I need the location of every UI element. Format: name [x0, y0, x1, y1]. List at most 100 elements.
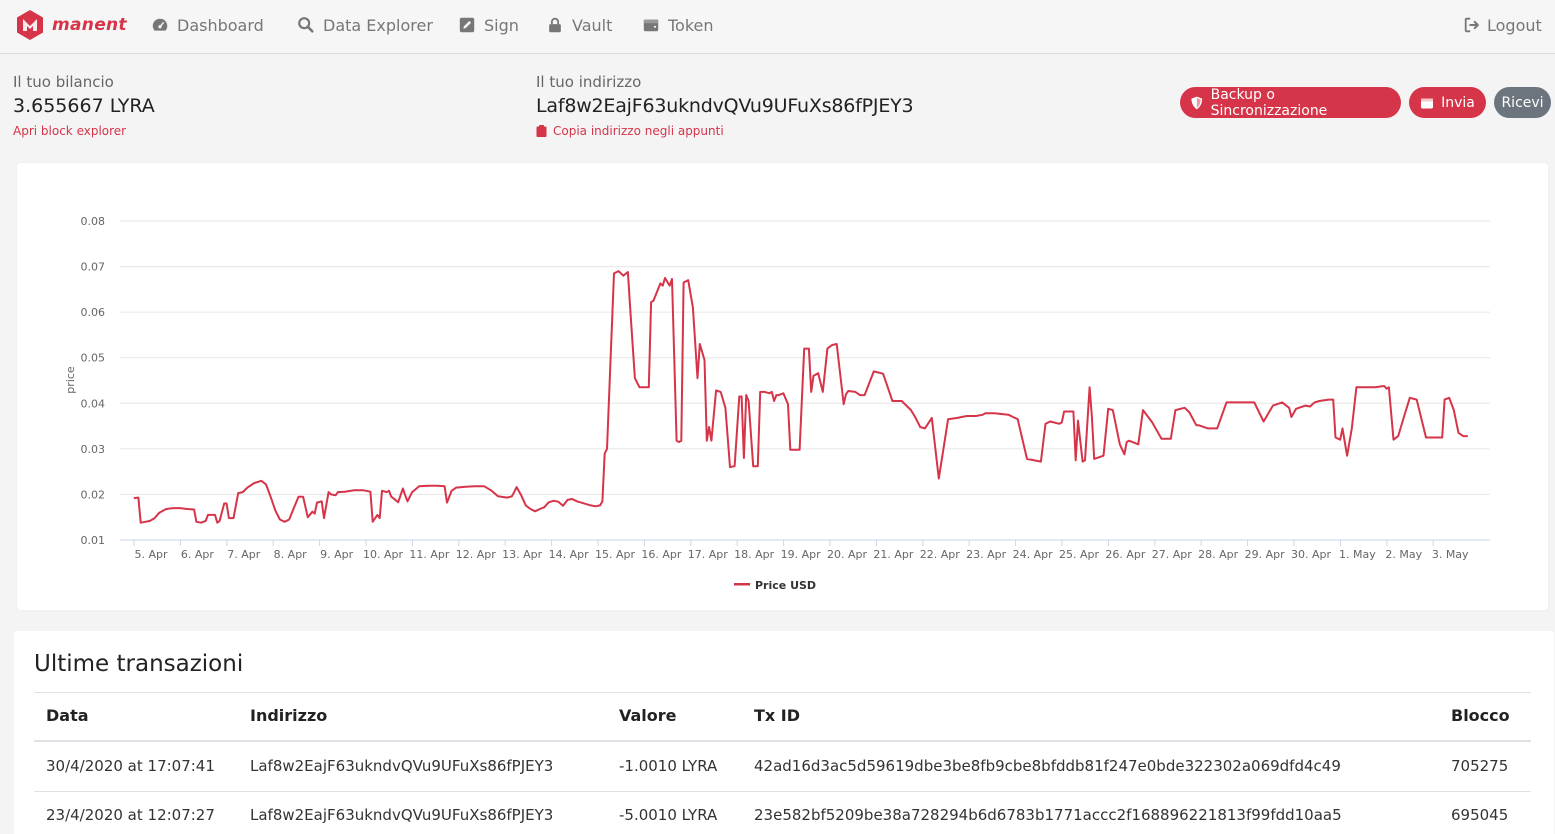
x-tick-label: 24. Apr	[1013, 548, 1053, 561]
y-tick-label: 0.05	[81, 352, 106, 365]
col-header-data: Data	[46, 706, 89, 725]
col-header-blocco: Blocco	[1451, 706, 1510, 725]
x-tick-label: 18. Apr	[734, 548, 774, 561]
send-button[interactable]: Invia	[1409, 87, 1486, 118]
nav-token[interactable]: Token	[642, 14, 714, 36]
block-explorer-link[interactable]: Apri block explorer	[13, 124, 126, 138]
y-tick-label: 0.01	[81, 534, 106, 547]
transactions-title: Ultime transazioni	[34, 651, 244, 677]
price-chart-card: 0.08 0.07 0.06 0.05 0.04 0.03 0.02 0.01 5. Apr 6…	[17, 163, 1548, 610]
x-tick-label: 22. Apr	[920, 548, 960, 561]
x-tick-label: 12. Apr	[456, 548, 496, 561]
x-tick-label: 19. Apr	[781, 548, 821, 561]
row-block[interactable]: 695045	[1451, 806, 1508, 824]
row-address[interactable]: Laf8w2EajF63ukndvQVu9UFuXs86fPJEY3	[250, 757, 553, 775]
nav-dashboard-label: Dashboard	[177, 15, 264, 35]
lock-icon	[549, 17, 561, 33]
backup-sync-label: Backup o Sincronizzazione	[1210, 86, 1328, 119]
row-divider	[34, 791, 1531, 792]
x-tick-label: 9. Apr	[320, 548, 353, 561]
speedometer-icon	[152, 18, 168, 31]
table-top-border	[34, 692, 1531, 693]
legend-swatch	[734, 583, 750, 586]
row-date: 23/4/2020 at 12:07:27	[46, 806, 215, 824]
x-tick-label: 1. May	[1339, 548, 1376, 561]
series-line-price-usd	[133, 270, 1468, 524]
x-tick-label: 11. Apr	[409, 548, 449, 561]
x-tick-label: 23. Apr	[966, 548, 1006, 561]
nav-data-explorer-label: Data Explorer	[323, 15, 433, 35]
y-tick-label: 0.03	[81, 443, 106, 456]
x-tick-label: 25. Apr	[1059, 548, 1099, 561]
copy-address-link[interactable]: Copia indirizzo negli appunti	[536, 124, 724, 138]
brand-name: manent	[52, 15, 127, 35]
search-icon	[298, 17, 314, 33]
x-axis-ticks: 5. Apr 6. Apr 7. Apr 8. Apr 9. Apr 10. Apr 11.…	[133, 540, 1469, 561]
row-address[interactable]: Laf8w2EajF63ukndvQVu9UFuXs86fPJEY3	[250, 806, 553, 824]
clipboard-icon	[536, 125, 547, 137]
balance-label: Il tuo bilancio	[13, 73, 114, 91]
nav-sign[interactable]: Sign	[458, 14, 519, 36]
x-tick-label: 7. Apr	[227, 548, 260, 561]
y-tick-label: 0.08	[81, 215, 106, 228]
y-axis-label: price	[64, 366, 77, 394]
x-tick-label: 21. Apr	[873, 548, 913, 561]
receive-label: Ricevi	[1501, 94, 1544, 111]
brand-logo[interactable]: manent	[14, 9, 127, 41]
address-label: Il tuo indirizzo	[536, 73, 642, 91]
x-tick-label: 13. Apr	[502, 548, 542, 561]
sign-out-icon	[1464, 17, 1479, 33]
y-tick-label: 0.04	[81, 397, 106, 410]
y-tick-label: 0.07	[81, 261, 106, 274]
col-header-txid: Tx ID	[754, 706, 801, 725]
chart-grid	[120, 220, 1490, 541]
address-value: Laf8w2EajF63ukndvQVu9UFuXs86fPJEY3	[536, 95, 914, 117]
x-tick-label: 15. Apr	[595, 548, 635, 561]
x-tick-label: 17. Apr	[688, 548, 728, 561]
chart-legend[interactable]: Price USD	[734, 579, 816, 592]
nav-vault-label: Vault	[572, 15, 613, 35]
legend-label: Price USD	[755, 579, 816, 592]
x-tick-label: 20. Apr	[827, 548, 867, 561]
row-date: 30/4/2020 at 17:07:41	[46, 757, 215, 775]
row-txid[interactable]: 42ad16d3ac5d59619dbe3be8fb9cbe8bfddb81f2…	[754, 757, 1341, 775]
y-axis-ticks: 0.08 0.07 0.06 0.05 0.04 0.03 0.02 0.01	[81, 215, 106, 547]
nav-data-explorer[interactable]: Data Explorer	[297, 14, 433, 36]
price-chart: 0.08 0.07 0.06 0.05 0.04 0.03 0.02 0.01 5. Apr 6…	[64, 215, 1490, 592]
wallet-icon	[643, 19, 659, 32]
table-header-border	[34, 740, 1531, 742]
x-tick-label: 27. Apr	[1152, 548, 1192, 561]
logout-button[interactable]: Logout	[1463, 14, 1542, 36]
receive-button[interactable]: Ricevi	[1494, 87, 1551, 118]
x-tick-label: 29. Apr	[1245, 548, 1285, 561]
row-txid[interactable]: 23e582bf5209be38a728294b6d6783b1771accc2…	[754, 806, 1342, 824]
x-tick-label: 3. May	[1432, 548, 1469, 561]
nav-token-label: Token	[668, 15, 714, 35]
nav-sign-label: Sign	[484, 15, 519, 35]
x-tick-label: 14. Apr	[549, 548, 589, 561]
x-tick-label: 5. Apr	[134, 548, 167, 561]
logout-label: Logout	[1487, 15, 1542, 35]
x-tick-label: 30. Apr	[1291, 548, 1331, 561]
x-tick-label: 8. Apr	[274, 548, 307, 561]
y-tick-label: 0.06	[81, 306, 106, 319]
col-header-indirizzo: Indirizzo	[250, 706, 328, 725]
nav-vault[interactable]: Vault	[546, 14, 612, 36]
x-tick-label: 10. Apr	[363, 548, 403, 561]
x-tick-label: 2. May	[1385, 548, 1422, 561]
y-tick-label: 0.02	[81, 488, 106, 501]
col-header-valore: Valore	[619, 706, 677, 725]
transactions-card: Ultime transazioni Data Indirizzo Valore…	[14, 631, 1554, 834]
x-tick-label: 26. Apr	[1105, 548, 1145, 561]
row-value: -5.0010 LYRA	[619, 806, 718, 824]
shield-icon	[1191, 96, 1203, 109]
nav-dashboard[interactable]: Dashboard	[151, 14, 264, 36]
backup-sync-button[interactable]: Backup o Sincronizzazione	[1180, 86, 1401, 119]
copy-address-label: Copia indirizzo negli appunti	[553, 124, 724, 138]
x-tick-label: 16. Apr	[641, 548, 681, 561]
edit-icon	[459, 17, 475, 33]
x-tick-label: 6. Apr	[181, 548, 214, 561]
manent-logo-icon	[17, 10, 43, 40]
row-block[interactable]: 705275	[1451, 757, 1508, 775]
send-label: Invia	[1441, 94, 1475, 111]
